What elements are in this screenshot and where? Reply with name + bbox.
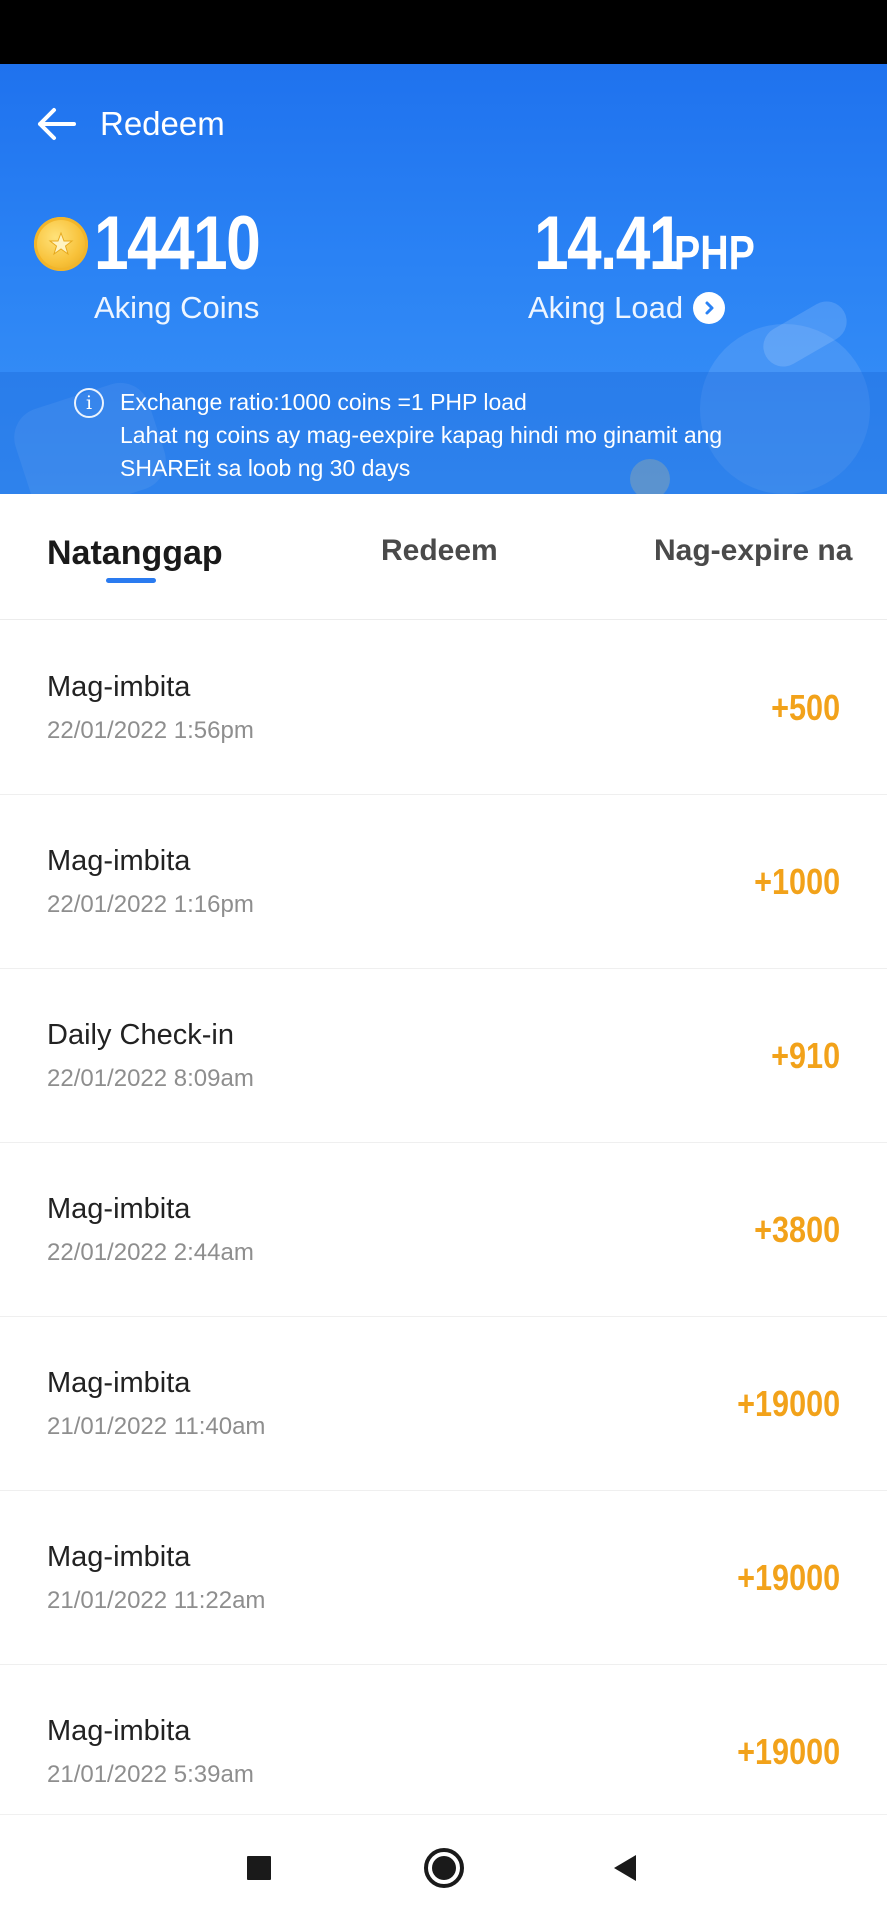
coin-icon <box>34 217 88 271</box>
load-caption: Aking Load <box>528 290 684 325</box>
item-date: 22/01/2022 8:09am <box>47 1065 254 1092</box>
item-title: Mag-imbita <box>47 845 191 877</box>
item-amount: +1000 <box>754 861 840 902</box>
info-text: Exchange ratio:1000 coins =1 PHP load La… <box>120 386 820 485</box>
item-title: Mag-imbita <box>47 1193 191 1225</box>
item-amount: +19000 <box>737 1731 840 1772</box>
back-arrow-icon[interactable] <box>26 94 86 154</box>
coins-caption: Aking Coins <box>94 290 260 325</box>
square-icon[interactable] <box>236 1845 282 1891</box>
tab-nag-expire-na[interactable]: Nag-expire na <box>654 534 852 568</box>
item-date: 22/01/2022 1:16pm <box>47 891 254 918</box>
info-line: Exchange ratio:1000 coins =1 PHP load <box>120 389 527 415</box>
load-summary[interactable]: 14.41 PHP Aking Load <box>528 204 773 326</box>
coins-value: 14410 <box>94 201 261 286</box>
triangle-back-icon[interactable] <box>602 1845 648 1891</box>
list-item[interactable]: Daily Check-in 22/01/2022 8:09am +910 <box>0 969 887 1143</box>
list-item[interactable]: Mag-imbita 21/01/2022 5:39am +19000 <box>0 1665 887 1839</box>
tab-redeem[interactable]: Redeem <box>381 534 498 568</box>
header: Redeem 14410 Aking Coins 14.41 PHP Aking… <box>0 64 887 494</box>
item-title: Mag-imbita <box>47 1541 191 1573</box>
tab-natanggap[interactable]: Natanggap <box>47 534 223 573</box>
system-nav-bar <box>0 1814 887 1920</box>
item-amount: +500 <box>771 687 840 728</box>
item-amount: +910 <box>771 1035 840 1076</box>
list-item[interactable]: Mag-imbita 21/01/2022 11:22am +19000 <box>0 1491 887 1665</box>
item-amount: +19000 <box>737 1557 840 1598</box>
item-title: Mag-imbita <box>47 671 191 703</box>
item-date: 22/01/2022 1:56pm <box>47 717 254 744</box>
load-unit: PHP <box>674 227 756 280</box>
list-item[interactable]: Mag-imbita 22/01/2022 2:44am +3800 <box>0 1143 887 1317</box>
list-item[interactable]: Mag-imbita 22/01/2022 1:56pm +500 <box>0 621 887 795</box>
info-line: Lahat ng coins ay mag-eexpire kapag hind… <box>120 422 723 448</box>
chevron-right-circle-icon[interactable] <box>693 292 726 324</box>
load-value: 14.41 <box>534 201 683 286</box>
coins-summary: 14410 Aking Coins <box>34 204 295 326</box>
page-title: Redeem <box>100 105 225 142</box>
item-title: Daily Check-in <box>47 1019 234 1051</box>
transaction-list: Mag-imbita 22/01/2022 1:56pm +500 Mag-im… <box>0 621 887 1839</box>
item-amount: +3800 <box>754 1209 840 1250</box>
list-item[interactable]: Mag-imbita 22/01/2022 1:16pm +1000 <box>0 795 887 969</box>
item-date: 21/01/2022 5:39am <box>47 1761 254 1788</box>
item-title: Mag-imbita <box>47 1367 191 1399</box>
circle-home-icon[interactable] <box>421 1845 467 1891</box>
status-bar <box>0 0 887 64</box>
info-icon: i <box>74 388 104 418</box>
info-panel: i Exchange ratio:1000 coins =1 PHP load … <box>0 372 887 494</box>
info-line: SHAREit sa loob ng 30 days <box>120 455 411 481</box>
item-date: 21/01/2022 11:22am <box>47 1587 266 1614</box>
title-bar: Redeem <box>0 94 225 154</box>
list-item[interactable]: Mag-imbita 21/01/2022 11:40am +19000 <box>0 1317 887 1491</box>
item-date: 22/01/2022 2:44am <box>47 1239 254 1266</box>
active-tab-indicator <box>106 578 156 583</box>
item-date: 21/01/2022 11:40am <box>47 1413 266 1440</box>
tab-bar: Natanggap Redeem Nag-expire na <box>0 494 887 620</box>
item-amount: +19000 <box>737 1383 840 1424</box>
item-title: Mag-imbita <box>47 1715 191 1747</box>
